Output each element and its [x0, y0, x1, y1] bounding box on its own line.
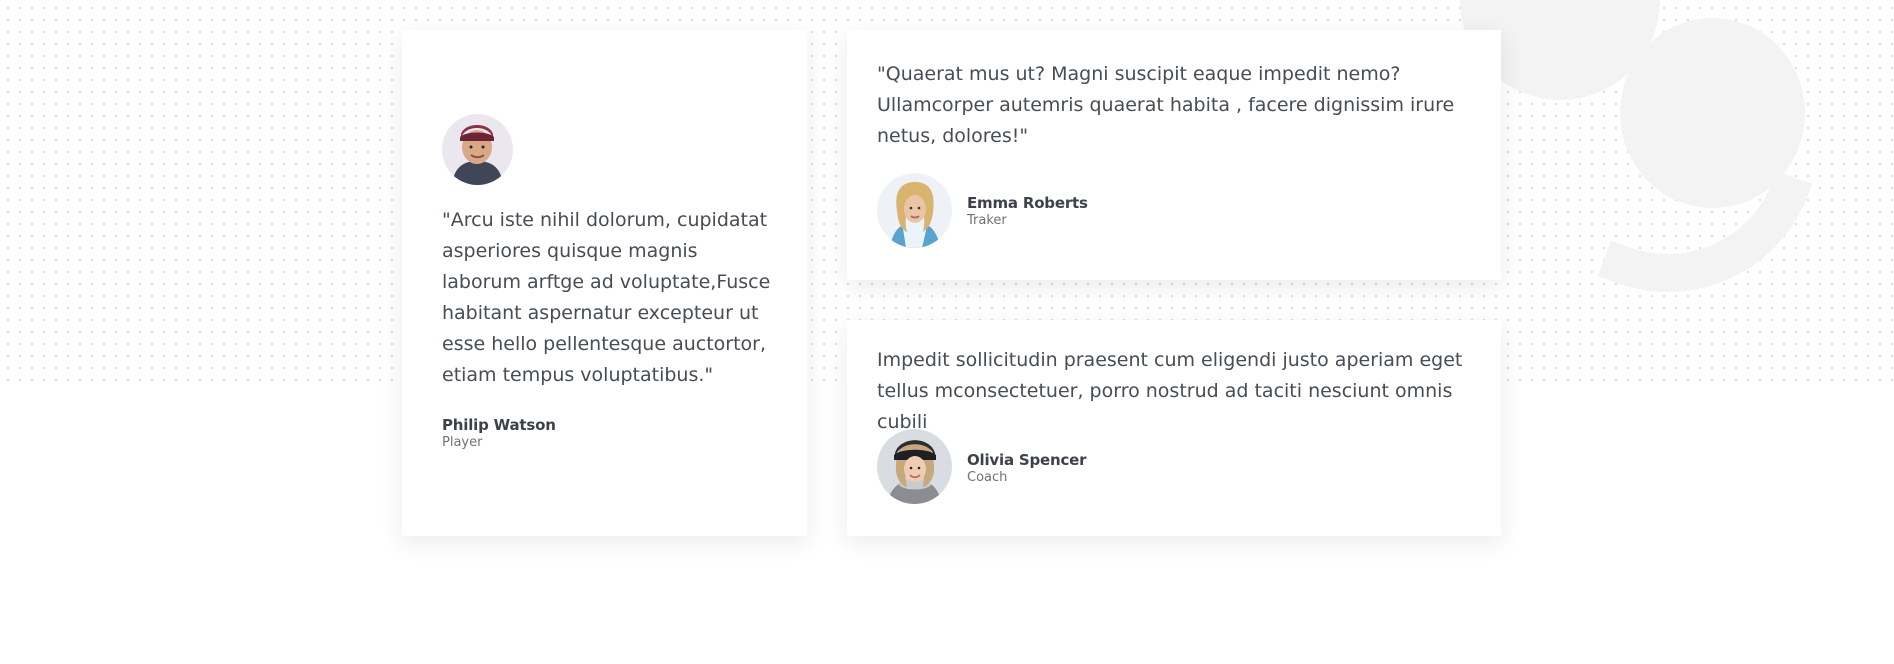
author-name: Olivia Spencer — [967, 451, 1087, 469]
testimonial-card-top: "Quaerat mus ut? Magni suscipit eaque im… — [847, 30, 1501, 280]
person-avatar-icon — [442, 114, 513, 185]
avatar-philip-watson — [442, 114, 513, 185]
testimonial-card-bottom: Impedit sollicitudin praesent cum eligen… — [847, 320, 1501, 536]
author-name: Emma Roberts — [967, 194, 1088, 212]
testimonial-quote: Impedit sollicitudin praesent cum eligen… — [877, 349, 1463, 433]
person-avatar-icon — [877, 173, 952, 248]
person-avatar-icon — [877, 429, 952, 504]
testimonial-quote: "Quaerat mus ut? Magni suscipit eaque im… — [877, 63, 1455, 147]
avatar-olivia-spencer — [877, 429, 952, 504]
testimonial-quote: "Arcu iste nihil dolorum, cupidatat aspe… — [442, 209, 771, 386]
author-name: Philip Watson — [442, 416, 556, 434]
testimonial-card-featured: "Arcu iste nihil dolorum, cupidatat aspe… — [402, 30, 807, 536]
testimonials-section: "Arcu iste nihil dolorum, cupidatat aspe… — [0, 0, 1894, 664]
author-role: Player — [442, 435, 483, 450]
author-role: Traker — [967, 213, 1007, 228]
avatar-emma-roberts — [877, 173, 952, 248]
author-role: Coach — [967, 470, 1008, 485]
